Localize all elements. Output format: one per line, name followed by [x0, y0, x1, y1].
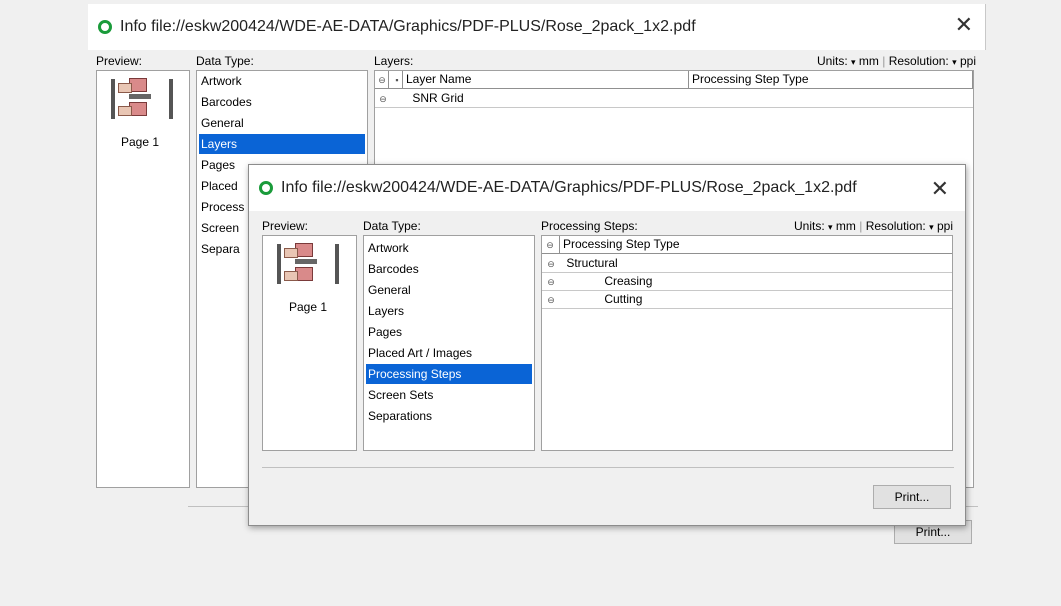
list-item-artwork[interactable]: Artwork: [199, 71, 365, 91]
close-icon[interactable]: ✕: [931, 178, 949, 200]
units-value[interactable]: mm: [836, 219, 856, 233]
page-label: Page 1: [289, 300, 328, 314]
preview-label: Preview:: [96, 54, 143, 68]
window-title: Info file://eskw200424/WDE-AE-DATA/Graph…: [281, 179, 857, 196]
layer-name: SNR Grid: [412, 91, 464, 105]
list-item-processing-steps[interactable]: Processing Steps: [366, 364, 532, 384]
list-item-placed-art[interactable]: Placed Art / Images: [366, 343, 532, 363]
visibility-icon[interactable]: ⊖: [377, 91, 389, 108]
visibility-icon[interactable]: ⊖: [545, 292, 557, 309]
title-bar[interactable]: Info file://eskw200424/WDE-AE-DATA/Graph…: [88, 4, 985, 50]
table-header: ⊖ ▪ Layer Name Processing Step Type: [375, 71, 973, 89]
step-cutting: Cutting: [604, 292, 643, 306]
close-icon[interactable]: ✕: [955, 14, 973, 36]
list-item-layers[interactable]: Layers: [366, 301, 532, 321]
data-type-list[interactable]: Artwork Barcodes General Layers Pages Pl…: [363, 235, 535, 451]
print-button[interactable]: Print...: [873, 485, 951, 509]
preview-panel: Page 1: [262, 235, 357, 451]
divider: [262, 467, 954, 468]
step-creasing: Creasing: [604, 274, 653, 288]
dropdown-icon[interactable]: ▾: [952, 57, 957, 67]
table-header: ⊖ Processing Step Type: [542, 236, 952, 254]
info-icon: [98, 20, 112, 34]
preview-label: Preview:: [262, 219, 309, 233]
info-icon: [259, 181, 273, 195]
col-layer-name[interactable]: Layer Name: [403, 71, 689, 89]
processing-steps-label: Processing Steps:: [541, 219, 638, 233]
table-row[interactable]: ⊖ Creasing: [542, 273, 952, 291]
visibility-icon[interactable]: ⊖: [545, 274, 557, 291]
resolution-value[interactable]: ppi: [960, 54, 976, 68]
list-item-artwork[interactable]: Artwork: [366, 238, 532, 258]
units-label: Units:: [794, 219, 825, 233]
table-row[interactable]: ⊖ Cutting: [542, 291, 952, 309]
list-item-separations[interactable]: Separations: [366, 406, 532, 426]
processing-steps-table: ⊖ Processing Step Type ⊖ Structural ⊖ Cr…: [541, 235, 953, 451]
list-item-general[interactable]: General: [366, 280, 532, 300]
list-item-general[interactable]: General: [199, 113, 365, 133]
units-resolution[interactable]: Units: ▾ mm | Resolution: ▾ ppi: [817, 54, 976, 68]
page-label: Page 1: [121, 135, 160, 149]
dropdown-icon[interactable]: ▾: [828, 222, 833, 232]
list-item-pages[interactable]: Pages: [366, 322, 532, 342]
list-item-layers[interactable]: Layers: [199, 134, 365, 154]
page-thumbnail[interactable]: [111, 75, 173, 123]
resolution-value[interactable]: ppi: [937, 219, 953, 233]
eye-icon[interactable]: ⊖: [542, 236, 560, 254]
visibility-icon[interactable]: ⊖: [545, 256, 557, 273]
units-value[interactable]: mm: [859, 54, 879, 68]
page-thumbnail[interactable]: [277, 240, 339, 288]
data-type-label: Data Type:: [196, 54, 254, 68]
list-item-screen-sets[interactable]: Screen Sets: [366, 385, 532, 405]
preview-panel: Page 1: [96, 70, 190, 488]
lock-icon[interactable]: ▪: [389, 71, 403, 89]
list-item-barcodes[interactable]: Barcodes: [199, 92, 365, 112]
step-structural: Structural: [566, 256, 618, 270]
window-title: Info file://eskw200424/WDE-AE-DATA/Graph…: [120, 18, 696, 35]
layers-label: Layers:: [374, 54, 414, 68]
dropdown-icon[interactable]: ▾: [929, 222, 934, 232]
data-type-label: Data Type:: [363, 219, 421, 233]
eye-icon[interactable]: ⊖: [375, 71, 389, 89]
resolution-label: Resolution:: [888, 54, 949, 68]
dropdown-icon[interactable]: ▾: [851, 57, 856, 67]
units-label: Units:: [817, 54, 848, 68]
col-processing-step-type[interactable]: Processing Step Type: [689, 71, 973, 89]
units-resolution[interactable]: Units: ▾ mm | Resolution: ▾ ppi: [794, 219, 953, 233]
table-row[interactable]: ⊖ SNR Grid: [375, 90, 973, 108]
window-client: Preview: Page 1 Data Type: Artwork Barco…: [249, 211, 965, 525]
table-row[interactable]: ⊖ Structural: [542, 255, 952, 273]
title-bar[interactable]: Info file://eskw200424/WDE-AE-DATA/Graph…: [249, 165, 965, 211]
col-processing-step-type[interactable]: Processing Step Type: [560, 236, 952, 254]
resolution-label: Resolution:: [865, 219, 926, 233]
info-window-front: Info file://eskw200424/WDE-AE-DATA/Graph…: [248, 164, 966, 526]
list-item-barcodes[interactable]: Barcodes: [366, 259, 532, 279]
